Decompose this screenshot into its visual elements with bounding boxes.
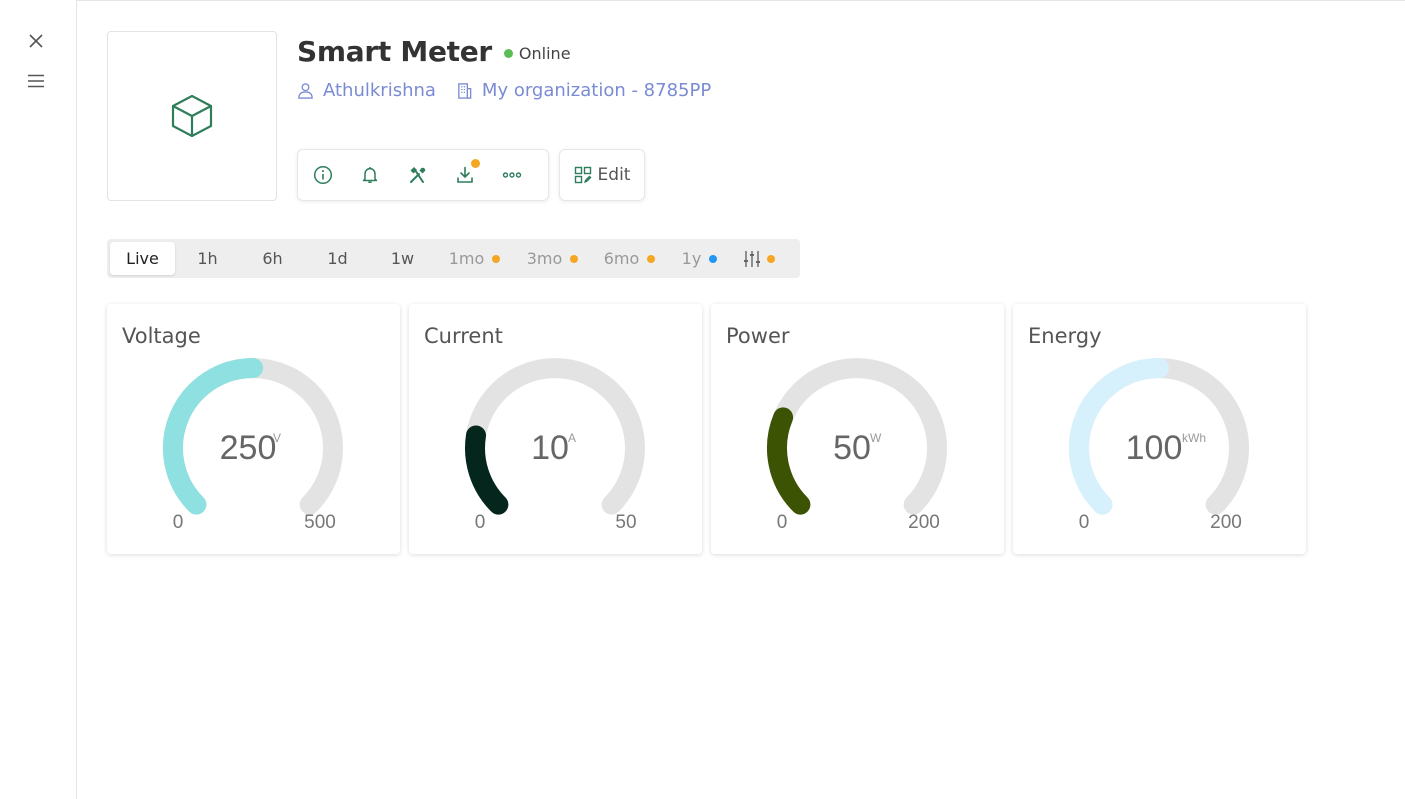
menu-icon	[28, 74, 44, 88]
tab-label: 6h	[262, 249, 283, 268]
gauge-min: 0	[1079, 512, 1090, 533]
gauge-current: 10 A 0 50	[465, 358, 645, 533]
widget-grid: Voltage 250 V 0 500 Current 10 A 0 50 Po…	[107, 304, 1306, 554]
status-badge: Online	[503, 43, 571, 63]
device-title: Smart Meter	[297, 34, 492, 68]
gauge-value: 10	[531, 429, 569, 467]
upgrade-dot	[570, 254, 579, 263]
download-icon	[457, 166, 473, 183]
edit-button[interactable]: Edit	[559, 149, 645, 201]
gauge-unit: kWh	[1182, 431, 1206, 445]
tab-1mo[interactable]: 1mo	[435, 242, 514, 275]
status-text: Online	[518, 43, 571, 63]
gauge-max: 200	[1210, 512, 1242, 533]
download-button[interactable]	[453, 159, 480, 188]
bell-icon	[362, 167, 378, 184]
upgrade-dot	[492, 254, 501, 263]
more-button[interactable]	[501, 162, 524, 188]
tools-icon	[409, 167, 425, 183]
tab-label: Live	[126, 249, 159, 268]
gauge-card-current[interactable]: Current 10 A 0 50	[409, 304, 702, 554]
more-icon	[503, 172, 522, 178]
custom-range-button[interactable]	[731, 242, 786, 275]
gauge-card-energy[interactable]: Energy 100 kWh 0 200	[1013, 304, 1306, 554]
device-thumbnail	[107, 31, 277, 201]
gauge-max: 500	[304, 512, 336, 533]
top-divider	[77, 0, 1405, 1]
tab-label: 1d	[327, 249, 348, 268]
device-meta: Athulkrishna My organization - 8785PP	[297, 77, 711, 103]
premium-dot	[709, 254, 718, 263]
tab-3mo[interactable]: 3mo	[514, 242, 591, 275]
tab-label: 1y	[681, 249, 702, 268]
organization-link[interactable]: My organization - 8785PP	[456, 80, 711, 101]
building-icon	[458, 82, 472, 99]
gauge-value: 50	[833, 429, 871, 467]
organization-name: My organization - 8785PP	[481, 79, 712, 101]
tab-label: 1mo	[448, 249, 485, 268]
gauge-power: 50 W 0 200	[767, 358, 947, 533]
tab-label: 1h	[197, 249, 218, 268]
info-button[interactable]	[311, 162, 334, 188]
gauge-voltage: 250 V 0 500	[162, 358, 343, 533]
gauge-max: 50	[615, 512, 636, 533]
gauge-card-voltage[interactable]: Voltage 250 V 0 500	[107, 304, 400, 554]
sliders-icon	[744, 250, 760, 267]
left-rail	[0, 0, 77, 799]
close-icon	[29, 34, 43, 48]
gauge-max: 200	[908, 512, 940, 533]
gauge-unit: W	[870, 431, 882, 445]
owner-link[interactable]: Athulkrishna	[297, 80, 436, 101]
gauge-fill	[465, 425, 509, 515]
cube-icon	[171, 94, 213, 138]
tab-1h[interactable]: 1h	[175, 242, 240, 275]
info-icon	[313, 165, 332, 185]
gauge-min: 0	[777, 512, 788, 533]
tab-live[interactable]: Live	[110, 242, 175, 275]
tab-1d[interactable]: 1d	[305, 242, 370, 275]
gauge-min: 0	[475, 512, 486, 533]
gauge-value: 250	[220, 429, 277, 467]
edit-dashboard-icon	[574, 166, 592, 184]
title-row: Smart Meter Online	[297, 33, 571, 69]
edit-label: Edit	[597, 165, 631, 185]
menu-button[interactable]	[22, 67, 50, 95]
time-range-selector: Live 1h 6h 1d 1w 1mo 3mo 6mo 1y	[107, 239, 800, 278]
upgrade-dot	[767, 254, 775, 263]
gauge-energy: 100 kWh 0 200	[1068, 358, 1249, 533]
gauge-fill	[767, 407, 811, 515]
gauge-min: 0	[173, 512, 184, 533]
owner-name: Athulkrishna	[323, 79, 436, 101]
tab-1y[interactable]: 1y	[668, 242, 731, 275]
close-button[interactable]	[22, 27, 50, 55]
gauge-value: 100	[1126, 429, 1183, 467]
device-action-toolbar	[297, 149, 549, 201]
tab-1w[interactable]: 1w	[370, 242, 435, 275]
download-badge	[470, 159, 480, 168]
status-dot	[503, 48, 513, 58]
tab-label: 6mo	[603, 249, 640, 268]
tab-label: 1w	[390, 249, 415, 268]
gauge-card-power[interactable]: Power 50 W 0 200	[711, 304, 1004, 554]
tools-button[interactable]	[406, 162, 429, 188]
user-icon	[298, 82, 313, 99]
gauge-unit: V	[273, 431, 281, 445]
gauge-unit: A	[568, 431, 576, 445]
tab-label: 3mo	[526, 249, 563, 268]
upgrade-dot	[647, 254, 656, 263]
tab-6h[interactable]: 6h	[240, 242, 305, 275]
notifications-button[interactable]	[358, 162, 381, 188]
tab-6mo[interactable]: 6mo	[591, 242, 668, 275]
